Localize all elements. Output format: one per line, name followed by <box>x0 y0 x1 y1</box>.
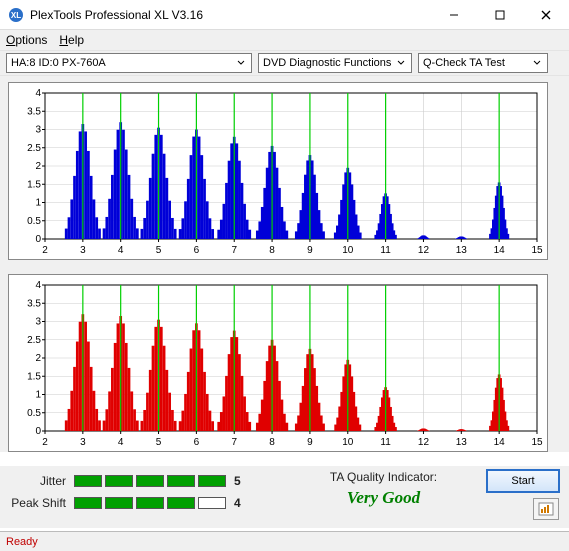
svg-text:5: 5 <box>156 437 162 448</box>
svg-text:2: 2 <box>42 437 48 448</box>
app-icon: XL <box>8 7 24 23</box>
svg-text:2: 2 <box>35 353 41 364</box>
bar-segment <box>105 497 133 509</box>
maximize-button[interactable] <box>477 0 523 29</box>
quality-indicator: TA Quality Indicator: Very Good <box>290 470 477 508</box>
svg-text:0.5: 0.5 <box>27 408 41 419</box>
titlebar: XL PlexTools Professional XL V3.16 <box>0 0 569 30</box>
svg-text:1: 1 <box>35 390 41 401</box>
close-button[interactable] <box>523 0 569 29</box>
category-select-value: DVD Diagnostic Functions <box>263 57 391 69</box>
test-select[interactable]: Q-Check TA Test <box>418 53 548 73</box>
bottom-panel: Jitter 5 Peak Shift 4 TA Quality Indicat… <box>0 466 569 528</box>
svg-text:5: 5 <box>156 245 162 256</box>
jitter-bars <box>74 475 226 487</box>
bar-segment <box>167 497 195 509</box>
start-button[interactable]: Start <box>487 470 559 492</box>
status-text: Ready <box>6 536 38 548</box>
svg-text:1.5: 1.5 <box>27 371 41 382</box>
jitter-value: 5 <box>234 474 241 488</box>
toolbar: HA:8 ID:0 PX-760A DVD Diagnostic Functio… <box>0 50 569 76</box>
svg-text:3.5: 3.5 <box>27 298 41 309</box>
chart-top: 0 0.5 1 1.5 2 2.5 3 3.5 4 2 3 4 5 6 7 8 9 10 11 12 13 14 15 <box>8 82 548 260</box>
content-area: 00.511.522.533.5423456789101112131415 00… <box>0 76 569 452</box>
chart-export-icon <box>538 502 554 516</box>
svg-text:2.5: 2.5 <box>27 335 41 346</box>
svg-text:3.5: 3.5 <box>27 106 41 117</box>
peak-shift-label: Peak Shift <box>10 496 74 510</box>
svg-text:15: 15 <box>531 245 543 256</box>
bar-segment <box>198 497 226 509</box>
window-title: PlexTools Professional XL V3.16 <box>30 8 431 22</box>
svg-text:XL: XL <box>11 11 21 20</box>
chevron-down-icon <box>233 54 249 72</box>
svg-text:3: 3 <box>35 125 41 136</box>
svg-text:7: 7 <box>231 245 237 256</box>
bar-segment <box>198 475 226 487</box>
svg-text:13: 13 <box>456 245 468 256</box>
svg-text:10: 10 <box>342 437 354 448</box>
svg-text:4: 4 <box>118 245 124 256</box>
bar-segment <box>136 475 164 487</box>
start-button-label: Start <box>511 475 534 487</box>
chevron-down-icon <box>529 54 545 72</box>
statusbar: Ready <box>0 531 569 551</box>
svg-text:12: 12 <box>418 245 430 256</box>
menu-options[interactable]: Options <box>6 33 47 47</box>
svg-text:2.5: 2.5 <box>27 143 41 154</box>
svg-text:11: 11 <box>380 437 391 448</box>
svg-text:12: 12 <box>418 437 430 448</box>
svg-text:11: 11 <box>380 245 391 256</box>
bar-segment <box>74 475 102 487</box>
svg-text:4: 4 <box>118 437 124 448</box>
jitter-label: Jitter <box>10 474 74 488</box>
svg-text:7: 7 <box>231 437 237 448</box>
save-image-button[interactable] <box>533 498 559 520</box>
svg-text:15: 15 <box>531 437 543 448</box>
chart-bottom: 0 0.5 1 1.5 2 2.5 3 3.5 4 2 3 4 5 6 7 8 9 10 11 12 13 14 15 <box>8 274 548 452</box>
peak-shift-value: 4 <box>234 496 241 510</box>
chevron-down-icon <box>393 54 409 72</box>
svg-text:8: 8 <box>269 245 275 256</box>
svg-text:6: 6 <box>194 245 200 256</box>
minimize-button[interactable] <box>431 0 477 29</box>
svg-text:2: 2 <box>42 245 48 256</box>
svg-text:8: 8 <box>269 437 275 448</box>
svg-text:4: 4 <box>35 280 41 291</box>
quality-label: TA Quality Indicator: <box>290 470 477 484</box>
svg-text:1: 1 <box>35 198 41 209</box>
bar-segment <box>136 497 164 509</box>
svg-text:4: 4 <box>35 88 41 99</box>
quality-value: Very Good <box>290 488 477 508</box>
svg-text:9: 9 <box>307 245 313 256</box>
device-select[interactable]: HA:8 ID:0 PX-760A <box>6 53 252 73</box>
bar-segment <box>105 475 133 487</box>
device-select-value: HA:8 ID:0 PX-760A <box>11 57 106 69</box>
svg-text:3: 3 <box>80 245 86 256</box>
menu-help[interactable]: Help <box>59 33 84 47</box>
svg-text:3: 3 <box>35 317 41 328</box>
metrics: Jitter 5 Peak Shift 4 <box>10 470 290 514</box>
category-select[interactable]: DVD Diagnostic Functions <box>258 53 412 73</box>
svg-text:1.5: 1.5 <box>27 179 41 190</box>
svg-text:14: 14 <box>494 245 506 256</box>
svg-text:6: 6 <box>194 437 200 448</box>
svg-text:0.5: 0.5 <box>27 216 41 227</box>
svg-text:13: 13 <box>456 437 468 448</box>
bar-segment <box>167 475 195 487</box>
peak-shift-bars <box>74 497 226 509</box>
svg-text:0: 0 <box>35 234 41 245</box>
svg-text:9: 9 <box>307 437 313 448</box>
svg-text:10: 10 <box>342 245 354 256</box>
menubar: Options Help <box>0 30 569 50</box>
bar-segment <box>74 497 102 509</box>
svg-text:14: 14 <box>494 437 506 448</box>
svg-text:2: 2 <box>35 161 41 172</box>
test-select-value: Q-Check TA Test <box>423 57 505 69</box>
svg-text:3: 3 <box>80 437 86 448</box>
svg-text:0: 0 <box>35 426 41 437</box>
